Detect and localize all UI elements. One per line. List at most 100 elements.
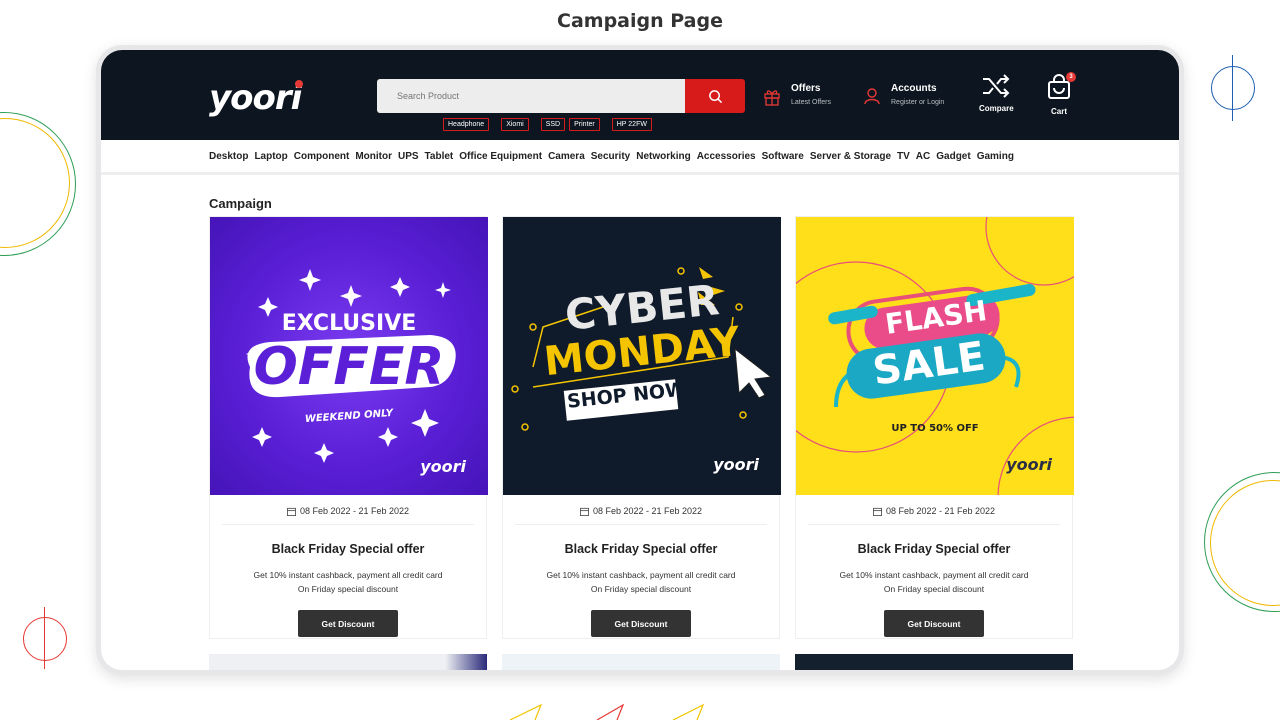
cart-label: Cart xyxy=(1050,107,1067,116)
get-discount-button[interactable]: Get Discount xyxy=(591,610,691,637)
compare-button[interactable]: Compare xyxy=(979,74,1014,113)
logo-text: yoori xyxy=(209,78,302,118)
offers-link[interactable]: Offers Latest Offers xyxy=(763,83,831,106)
search-input[interactable] xyxy=(377,79,685,113)
campaign-desc-line2: On Friday special discount xyxy=(590,584,692,594)
search-bar xyxy=(377,79,745,113)
device-frame: yoori Headphone Xiomi SSD Printer HP 22F… xyxy=(96,45,1184,675)
gift-icon xyxy=(764,90,780,106)
campaign-title: Black Friday Special offer xyxy=(271,542,425,556)
campaign-desc-line1: Get 10% instant cashback, payment all cr… xyxy=(253,570,443,580)
shuffle-icon xyxy=(983,74,1010,98)
search-tag[interactable]: Xiomi xyxy=(501,118,529,131)
campaign-banner[interactable]: EXCLUSIVE OFFER WEEKEND ONLY yoori xyxy=(210,217,488,495)
campaign-date-text: 08 Feb 2022 - 21 Feb 2022 xyxy=(885,506,996,516)
decorative-arrows xyxy=(509,703,705,720)
decorative-circle-bottom-left xyxy=(23,617,67,661)
category-link[interactable]: Accessories xyxy=(697,151,756,162)
campaign-date-text: 08 Feb 2022 - 21 Feb 2022 xyxy=(592,506,703,516)
category-link[interactable]: Component xyxy=(294,151,350,162)
campaign-card: EXCLUSIVE OFFER WEEKEND ONLY yoori 08 Fe… xyxy=(209,216,488,639)
user-icon xyxy=(864,88,880,105)
category-link[interactable]: Security xyxy=(591,151,630,162)
cart-icon-wrap: 3 xyxy=(1046,72,1076,102)
category-link[interactable]: Gaming xyxy=(977,151,1014,162)
banner-brand: yoori xyxy=(713,455,759,474)
campaign-date: 08 Feb 2022 - 21 Feb 2022 xyxy=(808,506,1060,525)
search-tags: Headphone Xiomi SSD Printer HP 22FW xyxy=(443,118,652,131)
category-link[interactable]: Networking xyxy=(636,151,690,162)
campaign-banner[interactable]: FLASH SALE UP TO 50% OFF yoori xyxy=(796,217,1074,495)
category-link[interactable]: Monitor xyxy=(355,151,392,162)
cart-count-badge: 3 xyxy=(1066,72,1076,82)
card-body: 08 Feb 2022 - 21 Feb 2022 Black Friday S… xyxy=(503,495,779,638)
card-body: 08 Feb 2022 - 21 Feb 2022 Black Friday S… xyxy=(796,495,1072,638)
accounts-subtitle: Register or Login xyxy=(891,99,945,106)
category-link[interactable]: Gadget xyxy=(936,151,970,162)
campaign-description: Get 10% instant cashback, payment all cr… xyxy=(840,568,1029,596)
campaign-date: 08 Feb 2022 - 21 Feb 2022 xyxy=(222,506,474,525)
campaign-cards: EXCLUSIVE OFFER WEEKEND ONLY yoori 08 Fe… xyxy=(209,216,1074,639)
search-tag[interactable]: Printer xyxy=(569,118,600,131)
logo-dot xyxy=(295,80,304,88)
offers-subtitle: Latest Offers xyxy=(791,99,831,106)
search-icon xyxy=(708,89,722,103)
campaign-banner[interactable]: CYBER MONDAY SHOP NOW yoori xyxy=(503,217,781,495)
category-link[interactable]: AC xyxy=(916,151,930,162)
decorative-circle-top-right xyxy=(1211,66,1255,110)
category-link[interactable]: Server & Storage xyxy=(810,151,891,162)
campaign-banner-partial[interactable] xyxy=(795,654,1073,670)
category-link[interactable]: Laptop xyxy=(254,151,287,162)
page-heading: Campaign Page xyxy=(557,10,723,32)
search-tag[interactable]: HP 22FW xyxy=(611,118,652,131)
get-discount-button[interactable]: Get Discount xyxy=(884,610,984,637)
banner-brand: yoori xyxy=(420,457,466,476)
category-link[interactable]: UPS xyxy=(398,151,419,162)
banner-brand: yoori xyxy=(1006,455,1052,474)
campaign-card: CYBER MONDAY SHOP NOW yoori 08 Feb 2022 … xyxy=(502,216,781,639)
top-header: yoori Headphone Xiomi SSD Printer HP 22F… xyxy=(101,50,1179,140)
campaign-date: 08 Feb 2022 - 21 Feb 2022 xyxy=(515,506,767,525)
category-link[interactable]: Tablet xyxy=(425,151,454,162)
screen: yoori Headphone Xiomi SSD Printer HP 22F… xyxy=(101,50,1179,670)
campaign-desc-line2: On Friday special discount xyxy=(883,584,985,594)
campaign-desc-line1: Get 10% instant cashback, payment all cr… xyxy=(839,570,1029,580)
accounts-title: Accounts xyxy=(891,83,937,94)
calendar-icon xyxy=(579,507,589,516)
accounts-text: Accounts Register or Login xyxy=(891,83,944,106)
campaign-title: Black Friday Special offer xyxy=(564,542,718,556)
offers-text: Offers Latest Offers xyxy=(791,83,831,106)
campaign-date-text: 08 Feb 2022 - 21 Feb 2022 xyxy=(299,506,410,516)
accounts-link[interactable]: Accounts Register or Login xyxy=(863,83,944,106)
calendar-icon xyxy=(286,507,296,516)
search-tag[interactable]: Headphone xyxy=(443,118,490,131)
category-link[interactable]: Camera xyxy=(548,151,585,162)
search-button[interactable] xyxy=(685,79,745,113)
category-link[interactable]: Software xyxy=(762,151,804,162)
campaign-description: Get 10% instant cashback, payment all cr… xyxy=(254,568,443,596)
banner-line2: OFFER xyxy=(253,337,445,397)
category-link[interactable]: TV xyxy=(897,151,910,162)
campaign-banner-partial[interactable] xyxy=(209,654,487,670)
calendar-icon xyxy=(872,507,882,516)
cart-button[interactable]: 3 Cart xyxy=(1046,72,1076,116)
category-nav: Desktop Laptop Component Monitor UPS Tab… xyxy=(101,140,1179,175)
offers-title: Offers xyxy=(791,83,821,94)
section-title: Campaign xyxy=(209,196,272,211)
get-discount-button[interactable]: Get Discount xyxy=(298,610,398,637)
campaign-title: Black Friday Special offer xyxy=(857,542,1011,556)
category-link[interactable]: Desktop xyxy=(209,151,248,162)
decorative-line xyxy=(1232,55,1233,121)
stage: Campaign Page yoori Headphone Xiomi SSD … xyxy=(0,0,1280,720)
card-body: 08 Feb 2022 - 21 Feb 2022 Black Friday S… xyxy=(210,495,486,638)
banner-line1: EXCLUSIVE xyxy=(281,311,417,336)
search-tag[interactable]: SSD xyxy=(540,118,566,131)
campaign-description: Get 10% instant cashback, payment all cr… xyxy=(547,568,736,596)
logo[interactable]: yoori xyxy=(209,78,304,118)
campaign-card: FLASH SALE UP TO 50% OFF yoori 08 Feb 20… xyxy=(795,216,1074,639)
compare-label: Compare xyxy=(979,104,1014,113)
category-link[interactable]: Office Equipment xyxy=(459,151,542,162)
campaign-banner-partial[interactable] xyxy=(502,654,780,670)
campaign-desc-line2: On Friday special discount xyxy=(297,584,399,594)
banner-line3: UP TO 50% OFF xyxy=(891,423,979,434)
